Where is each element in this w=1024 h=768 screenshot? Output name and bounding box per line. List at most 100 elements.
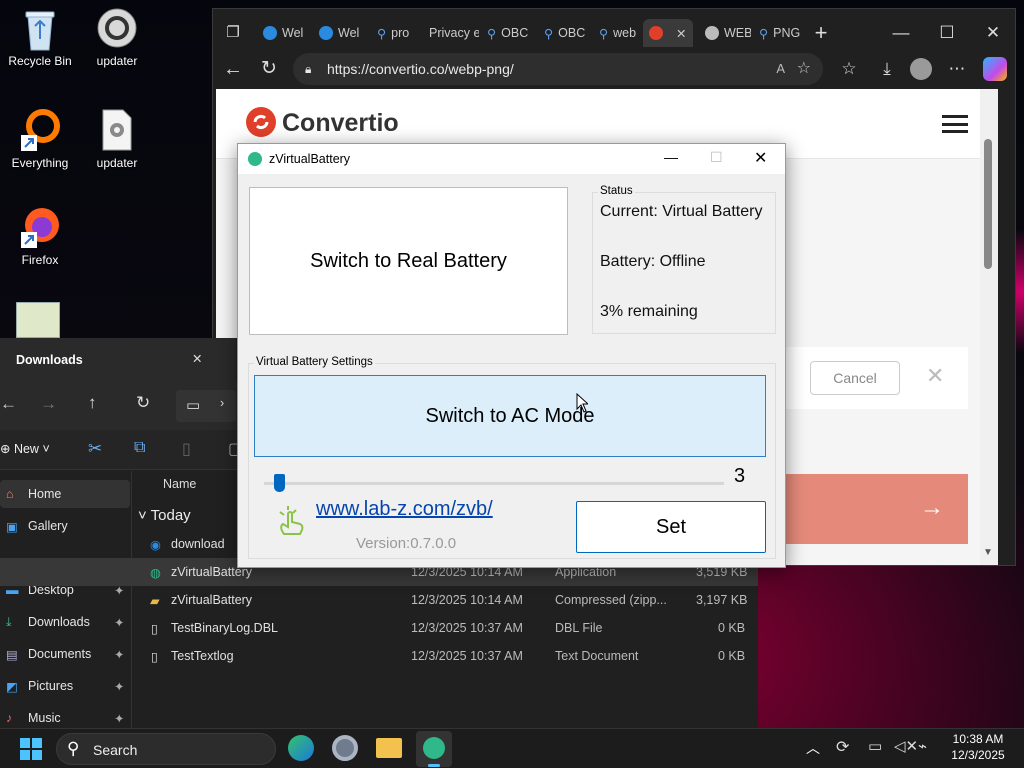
everything-icon	[18, 108, 62, 152]
maximize-icon[interactable]: ☐	[935, 21, 959, 45]
pin-icon: ✦	[114, 712, 125, 726]
url-text: https://convertio.co/webp-png/	[327, 61, 514, 77]
copy-icon[interactable]: ⧉	[134, 439, 145, 457]
minimize-icon[interactable]: —	[664, 149, 678, 165]
browser-tab[interactable]: Privacy e	[423, 19, 479, 47]
forward-icon[interactable]: →	[40, 394, 57, 414]
remove-icon[interactable]: ✕	[926, 363, 944, 389]
edge-taskbar-icon[interactable]	[288, 735, 314, 761]
search-icon: ⚲	[67, 739, 80, 758]
zvb-taskbar-icon[interactable]	[416, 731, 452, 767]
file-row[interactable]: ▯ TestBinaryLog.DBL 12/3/2025 10:37 AM DB…	[0, 614, 758, 642]
desktop-icon-everything[interactable]: Everything	[0, 108, 80, 170]
status-current: Current: Virtual Battery	[600, 203, 763, 220]
partial-desktop-icon	[16, 302, 60, 338]
read-aloud-icon[interactable]: A	[776, 53, 785, 85]
desktop-icon-updater-2[interactable]: updater	[77, 108, 157, 170]
minimize-icon[interactable]: —	[889, 21, 913, 45]
new-button[interactable]: ⊕ New ˅	[0, 441, 50, 456]
file-explorer-taskbar-icon[interactable]	[376, 738, 402, 758]
tab-actions-icon[interactable]: ❐	[221, 21, 245, 45]
scroll-down-icon[interactable]: ▼	[983, 547, 993, 558]
taskbar: ⚲ Search ︿ ⟳ ▭ ◁✕ ⌁ 10:38 AM 12/3/2025	[0, 728, 1024, 768]
close-icon[interactable]: ✕	[981, 21, 1005, 45]
sidebar-item-home[interactable]: ⌂ Home	[0, 480, 130, 508]
chevron-right-icon: ›	[220, 396, 225, 410]
close-tab-icon[interactable]: ✕	[192, 351, 202, 366]
desktop-icon-updater[interactable]: updater	[77, 6, 157, 68]
cancel-button[interactable]: Cancel	[810, 361, 900, 395]
browser-tab[interactable]: Wel	[257, 19, 309, 47]
hamburger-menu-icon[interactable]	[942, 115, 968, 133]
convertio-logo-icon	[246, 107, 276, 137]
back-icon[interactable]: ←	[221, 57, 245, 81]
refresh-icon[interactable]: ↻	[136, 393, 150, 413]
favorites-icon[interactable]: ☆	[837, 57, 861, 81]
window-title: zVirtualBattery	[269, 152, 351, 166]
explorer-tab[interactable]: Downloads ✕	[0, 338, 236, 382]
tab-close-icon[interactable]: ✕	[676, 26, 686, 41]
switch-real-battery-button[interactable]: Switch to Real Battery	[249, 187, 568, 335]
status-remaining: 3% remaining	[600, 303, 698, 320]
search-icon: ⚲	[599, 26, 609, 41]
close-icon[interactable]: ✕	[754, 148, 767, 168]
cut-icon[interactable]: ✂	[88, 439, 102, 459]
convertio-icon	[649, 26, 663, 40]
clock[interactable]: 10:38 AM 12/3/2025	[950, 732, 1006, 762]
settings-taskbar-icon[interactable]	[332, 735, 358, 761]
sidebar-item-music[interactable]: ♪ Music ✦	[0, 704, 130, 728]
site-brand[interactable]: Convertio	[282, 109, 399, 138]
more-menu-icon[interactable]: ⋯	[945, 57, 969, 81]
arrow-right-icon: →	[920, 494, 944, 521]
desktop-icon-recycle-bin[interactable]: Recycle Bin	[0, 6, 80, 68]
zvirtualbattery-window: zVirtualBattery — ☐ ✕ Switch to Real Bat…	[237, 143, 786, 568]
paste-icon[interactable]: ▯	[182, 439, 191, 459]
browser-tab[interactable]: ⚲ pro	[371, 19, 423, 47]
browser-tab[interactable]: Wel	[313, 19, 365, 47]
browser-tab[interactable]: WEB	[699, 19, 751, 47]
switch-ac-mode-button[interactable]: Switch to AC Mode	[254, 375, 766, 457]
convert-button[interactable]: →	[786, 474, 968, 544]
touch-hand-icon	[276, 504, 310, 538]
new-tab-icon[interactable]: +	[809, 21, 833, 45]
taskbar-search-box[interactable]: ⚲ Search	[56, 733, 276, 765]
browser-tab[interactable]: ⚲ PNG	[753, 19, 805, 47]
battery-charging-icon[interactable]: ⌁	[918, 737, 927, 755]
up-icon[interactable]: ↑	[88, 393, 97, 413]
volume-muted-icon[interactable]: ◁✕	[894, 737, 918, 755]
battery-level-slider[interactable]	[264, 474, 724, 492]
scrollbar-thumb[interactable]	[984, 139, 992, 269]
monitor-icon: ▭	[186, 397, 201, 414]
browser-tab[interactable]: ⚲ web	[593, 19, 641, 47]
sync-icon[interactable]: ⟳	[836, 737, 849, 757]
group-header-today[interactable]: ˅ Today	[138, 507, 191, 524]
address-bar[interactable]: 🔒︎ https://convertio.co/webp-png/ A ☆	[293, 53, 823, 85]
display-icon[interactable]: ▭	[868, 737, 882, 755]
browser-tab[interactable]: ⚲ OBC	[481, 19, 533, 47]
windows-start-icon[interactable]	[20, 738, 42, 760]
page-scrollbar[interactable]: ▼	[980, 89, 998, 565]
address-field[interactable]: ▭ ›	[176, 390, 236, 422]
browser-tab[interactable]: ⚲ OBC	[538, 19, 590, 47]
refresh-icon[interactable]: ↻	[257, 57, 281, 81]
website-link[interactable]: www.lab-z.com/zvb/	[316, 498, 493, 521]
show-hidden-icons-icon[interactable]: ︿	[806, 738, 820, 758]
copilot-icon[interactable]	[983, 57, 1007, 81]
conversion-row: Cancel ✕	[786, 347, 968, 409]
downloads-icon[interactable]: ⤓	[875, 57, 899, 81]
profile-avatar[interactable]	[910, 58, 932, 80]
sidebar-item-pictures[interactable]: ◩ Pictures ✦	[0, 672, 130, 700]
maximize-icon[interactable]: ☐	[710, 149, 723, 166]
column-header-name[interactable]: Name	[163, 477, 196, 491]
back-icon[interactable]: ←	[0, 394, 17, 414]
settings-file-icon	[95, 108, 139, 152]
zvb-titlebar[interactable]: zVirtualBattery — ☐ ✕	[238, 144, 785, 174]
set-button[interactable]: Set	[576, 501, 766, 553]
browser-tab-active[interactable]: ✕	[643, 19, 693, 47]
slider-thumb[interactable]	[274, 474, 285, 492]
desktop-icon-firefox[interactable]: Firefox	[0, 205, 80, 267]
favorite-star-icon[interactable]: ☆	[797, 53, 811, 85]
app-icon: ◍	[150, 566, 161, 580]
file-row[interactable]: ▰ zVirtualBattery 12/3/2025 10:14 AM Comp…	[0, 586, 758, 614]
file-row[interactable]: ▯ TestTextlog 12/3/2025 10:37 AM Text Doc…	[0, 642, 758, 670]
